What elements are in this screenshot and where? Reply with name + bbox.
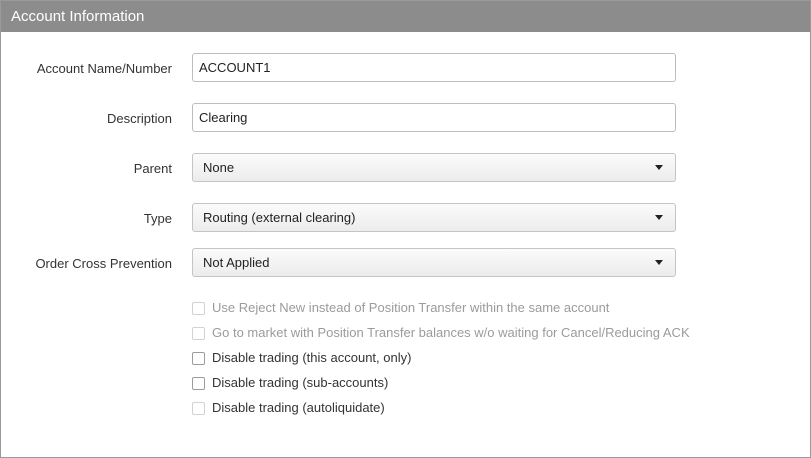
option-label: Go to market with Position Transfer bala… xyxy=(212,325,690,340)
chevron-down-icon xyxy=(655,260,663,265)
parent-label: Parent xyxy=(133,161,172,176)
option-label: Disable trading (sub-accounts) xyxy=(212,375,389,390)
option-checkbox[interactable] xyxy=(192,402,205,415)
type-select-value: Routing (external clearing) xyxy=(203,210,356,225)
option-checkbox[interactable] xyxy=(192,377,205,390)
option-label: Use Reject New instead of Position Trans… xyxy=(212,300,610,315)
option-checkbox[interactable] xyxy=(192,352,205,365)
type-label: Type xyxy=(143,211,172,226)
account-name-input[interactable] xyxy=(192,53,676,82)
description-input[interactable] xyxy=(192,103,676,132)
option-label: Disable trading (this account, only) xyxy=(212,350,412,365)
panel-title: Account Information xyxy=(1,1,810,32)
parent-select[interactable]: None xyxy=(192,153,676,182)
order-cross-prevention-label: Order Cross Prevention xyxy=(35,256,172,271)
order-cross-prevention-select[interactable]: Not Applied xyxy=(192,248,676,277)
order-cross-prevention-select-value: Not Applied xyxy=(203,255,270,270)
option-checkbox[interactable] xyxy=(192,302,205,315)
type-select[interactable]: Routing (external clearing) xyxy=(192,203,676,232)
account-name-label: Account Name/Number xyxy=(36,61,172,76)
description-label: Description xyxy=(106,111,172,126)
account-information-panel: Account Information Account Name/Number … xyxy=(0,0,811,458)
option-label: Disable trading (autoliquidate) xyxy=(212,400,385,415)
chevron-down-icon xyxy=(655,165,663,170)
chevron-down-icon xyxy=(655,215,663,220)
parent-select-value: None xyxy=(203,160,235,175)
option-checkbox[interactable] xyxy=(192,327,205,340)
